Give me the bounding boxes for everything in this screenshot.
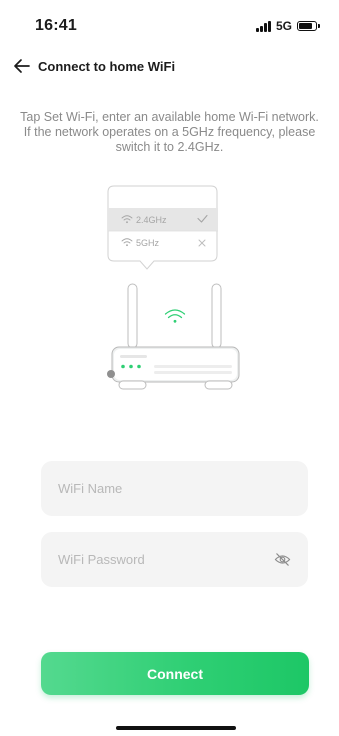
- instructions-text: Tap Set Wi-Fi, enter an available home W…: [20, 110, 319, 154]
- cross-icon: [198, 239, 206, 247]
- wifi-name-input[interactable]: [41, 461, 308, 516]
- page-title: Connect to home WiFi: [38, 59, 176, 74]
- battery-level: [299, 23, 312, 29]
- band-label-24ghz: 2.4GHz: [136, 215, 167, 225]
- antenna-left: [127, 283, 138, 349]
- wifi-name-field: [41, 461, 308, 516]
- signal-icon: [256, 20, 271, 32]
- home-indicator: [116, 726, 236, 730]
- band-label-5ghz: 5GHz: [136, 238, 160, 248]
- wifi-password-field: [41, 532, 308, 587]
- eye-off-icon[interactable]: [273, 550, 292, 569]
- status-time: 16:41: [35, 17, 77, 34]
- header: Connect to home WiFi: [0, 52, 339, 82]
- connect-button[interactable]: Connect: [41, 652, 309, 695]
- wifi-icon: [121, 215, 133, 221]
- wifi-icon: [121, 238, 133, 244]
- status-bar: 16:41 5G: [0, 0, 339, 52]
- antenna-right: [211, 283, 222, 349]
- network-type: 5G: [275, 19, 292, 33]
- wifi-signal-icon: [164, 309, 186, 319]
- status-indicators: 5G: [256, 19, 320, 33]
- battery-icon: [297, 21, 320, 31]
- arrow-left-icon[interactable]: [10, 54, 34, 78]
- wifi-password-input[interactable]: [41, 532, 308, 587]
- check-icon: [197, 214, 208, 223]
